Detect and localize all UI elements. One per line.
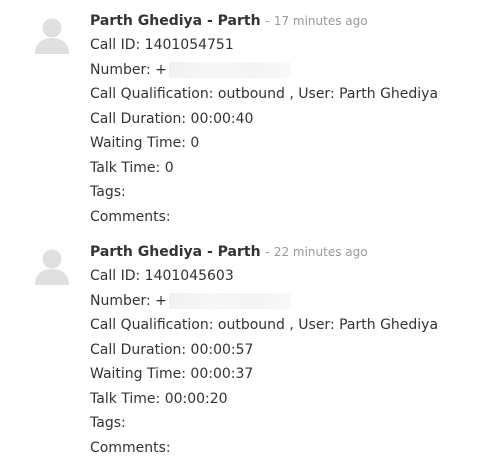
call-duration: Call Duration: 00:00:57 [90,341,254,358]
header-separator: - [265,14,270,28]
number-label: Number: + [90,61,167,78]
call-id: Call ID: 1401054751 [90,37,234,53]
comments: Comments: [90,439,171,456]
talk-time: Talk Time: 00:00:20 [90,390,228,407]
entry-header: Parth Ghediya - Parth - 22 minutes ago [90,240,490,264]
number-row: Number: + [90,289,490,314]
timestamp: 17 minutes ago [273,14,368,28]
call-qualification: Call Qualification: outbound , User: Par… [90,317,439,333]
author-name[interactable]: Parth Ghediya - Parth [90,13,261,29]
user-avatar-icon [34,16,70,54]
call-id: Call ID: 1401045603 [90,268,234,284]
comments: Comments: [90,208,171,225]
waiting-time: Waiting Time: 00:00:37 [90,366,254,382]
entry-body: Parth Ghediya - Parth - 22 minutes ago C… [90,240,490,460]
waiting-time: Waiting Time: 0 [90,135,200,151]
tags: Tags: [90,415,126,431]
call-qualification: Call Qualification: outbound , User: Par… [90,86,439,102]
talk-time: Talk Time: 0 [90,159,174,176]
tags: Tags: [90,184,126,200]
call-log-feed: Parth Ghediya - Parth - 17 minutes ago C… [0,0,494,471]
user-avatar-icon [34,247,70,285]
call-duration: Call Duration: 00:00:40 [90,110,254,127]
entry-header: Parth Ghediya - Parth - 17 minutes ago [90,9,490,33]
header-separator: - [265,245,270,259]
number-label: Number: + [90,292,167,309]
redacted-number [168,61,291,78]
timestamp: 22 minutes ago [273,245,368,259]
redacted-number [168,292,291,309]
number-row: Number: + [90,58,490,83]
entry-body: Parth Ghediya - Parth - 17 minutes ago C… [90,9,490,229]
author-name[interactable]: Parth Ghediya - Parth [90,244,261,260]
